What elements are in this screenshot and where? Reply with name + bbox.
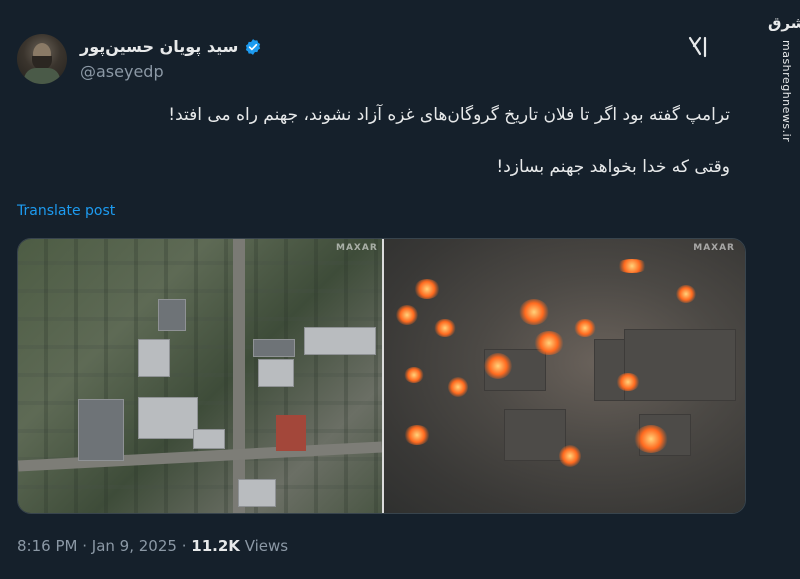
tweet-text-line: ترامپ گفته بود اگر تا فلان تاریخ گروگان‌…	[168, 105, 730, 125]
tweet-date[interactable]: Jan 9, 2025	[92, 537, 177, 555]
site-url: mashreghnews.ir	[780, 40, 793, 143]
image-watermark: MAXAR	[336, 243, 378, 253]
verified-badge-icon	[246, 38, 261, 55]
grok-icon[interactable]	[686, 34, 712, 60]
satellite-image-before[interactable]: MAXAR	[18, 239, 383, 513]
site-logo: مشرق	[768, 14, 800, 32]
meta-separator: ·	[82, 537, 92, 555]
tweet-text-line: وقتی که خدا بخواهد جهنم بسازد!	[496, 157, 730, 177]
tweet: سید پویان حسین‌پور @aseyedp ترامپ گفته ب…	[0, 0, 760, 579]
translate-post-link[interactable]: Translate post	[17, 203, 115, 219]
author-name-row[interactable]: سید پویان حسین‌پور	[80, 37, 262, 56]
tweet-meta: 8:16 PM · Jan 9, 2025 · 11.2K Views	[17, 537, 288, 555]
views-label: Views	[244, 537, 289, 555]
views-count: 11.2K	[191, 537, 240, 555]
satellite-image-after[interactable]: MAXAR	[384, 239, 745, 513]
tweet-time[interactable]: 8:16 PM	[17, 537, 77, 555]
display-name[interactable]: سید پویان حسین‌پور	[80, 37, 238, 56]
image-watermark: MAXAR	[693, 243, 735, 253]
meta-separator: ·	[181, 537, 192, 555]
user-handle[interactable]: @aseyedp	[80, 62, 164, 81]
tweet-text: ترامپ گفته بود اگر تا فلان تاریخ گروگان‌…	[30, 102, 730, 180]
tweet-media[interactable]: MAXAR MAXAR	[17, 238, 746, 514]
avatar[interactable]	[17, 34, 67, 84]
